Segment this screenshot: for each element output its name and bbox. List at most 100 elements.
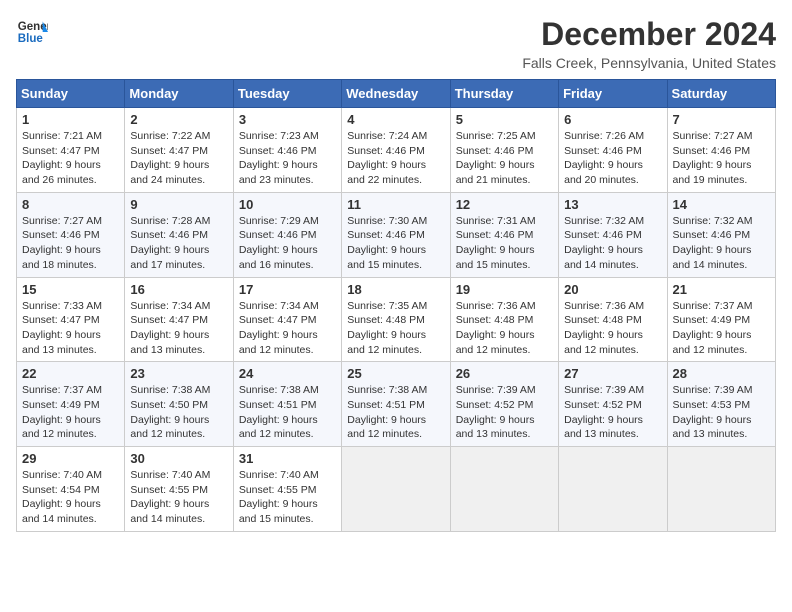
calendar-cell: 23 Sunrise: 7:38 AMSunset: 4:50 PMDaylig…: [125, 362, 233, 447]
day-info: Sunrise: 7:38 AMSunset: 4:51 PMDaylight:…: [239, 383, 336, 442]
day-info: Sunrise: 7:34 AMSunset: 4:47 PMDaylight:…: [130, 299, 227, 358]
day-number: 7: [673, 112, 770, 127]
day-number: 28: [673, 366, 770, 381]
day-number: 31: [239, 451, 336, 466]
calendar-cell: 10 Sunrise: 7:29 AMSunset: 4:46 PMDaylig…: [233, 192, 341, 277]
weekday-header-sunday: Sunday: [17, 80, 125, 108]
calendar-cell: 1 Sunrise: 7:21 AMSunset: 4:47 PMDayligh…: [17, 108, 125, 193]
calendar-table: SundayMondayTuesdayWednesdayThursdayFrid…: [16, 79, 776, 532]
svg-text:Blue: Blue: [18, 33, 44, 45]
calendar-cell: 18 Sunrise: 7:35 AMSunset: 4:48 PMDaylig…: [342, 277, 450, 362]
day-number: 20: [564, 282, 661, 297]
calendar-cell: 26 Sunrise: 7:39 AMSunset: 4:52 PMDaylig…: [450, 362, 558, 447]
day-number: 5: [456, 112, 553, 127]
day-info: Sunrise: 7:34 AMSunset: 4:47 PMDaylight:…: [239, 299, 336, 358]
day-number: 15: [22, 282, 119, 297]
month-title: December 2024: [522, 16, 776, 53]
day-info: Sunrise: 7:39 AMSunset: 4:53 PMDaylight:…: [673, 383, 770, 442]
day-info: Sunrise: 7:26 AMSunset: 4:46 PMDaylight:…: [564, 129, 661, 188]
day-number: 24: [239, 366, 336, 381]
day-info: Sunrise: 7:40 AMSunset: 4:55 PMDaylight:…: [239, 468, 336, 527]
day-info: Sunrise: 7:32 AMSunset: 4:46 PMDaylight:…: [564, 214, 661, 273]
weekday-header-tuesday: Tuesday: [233, 80, 341, 108]
day-info: Sunrise: 7:39 AMSunset: 4:52 PMDaylight:…: [456, 383, 553, 442]
day-info: Sunrise: 7:29 AMSunset: 4:46 PMDaylight:…: [239, 214, 336, 273]
calendar-cell: 22 Sunrise: 7:37 AMSunset: 4:49 PMDaylig…: [17, 362, 125, 447]
calendar-cell: 27 Sunrise: 7:39 AMSunset: 4:52 PMDaylig…: [559, 362, 667, 447]
day-number: 13: [564, 197, 661, 212]
calendar-cell: 30 Sunrise: 7:40 AMSunset: 4:55 PMDaylig…: [125, 447, 233, 532]
page-header: General Blue December 2024 Falls Creek, …: [16, 16, 776, 71]
day-info: Sunrise: 7:32 AMSunset: 4:46 PMDaylight:…: [673, 214, 770, 273]
day-number: 21: [673, 282, 770, 297]
calendar-cell: 19 Sunrise: 7:36 AMSunset: 4:48 PMDaylig…: [450, 277, 558, 362]
day-number: 6: [564, 112, 661, 127]
day-number: 30: [130, 451, 227, 466]
calendar-cell: 28 Sunrise: 7:39 AMSunset: 4:53 PMDaylig…: [667, 362, 775, 447]
day-number: 11: [347, 197, 444, 212]
day-number: 14: [673, 197, 770, 212]
day-info: Sunrise: 7:22 AMSunset: 4:47 PMDaylight:…: [130, 129, 227, 188]
day-info: Sunrise: 7:28 AMSunset: 4:46 PMDaylight:…: [130, 214, 227, 273]
calendar-cell: 24 Sunrise: 7:38 AMSunset: 4:51 PMDaylig…: [233, 362, 341, 447]
day-info: Sunrise: 7:27 AMSunset: 4:46 PMDaylight:…: [673, 129, 770, 188]
day-number: 29: [22, 451, 119, 466]
day-info: Sunrise: 7:27 AMSunset: 4:46 PMDaylight:…: [22, 214, 119, 273]
calendar-cell: 11 Sunrise: 7:30 AMSunset: 4:46 PMDaylig…: [342, 192, 450, 277]
day-number: 19: [456, 282, 553, 297]
weekday-header-wednesday: Wednesday: [342, 80, 450, 108]
day-info: Sunrise: 7:37 AMSunset: 4:49 PMDaylight:…: [22, 383, 119, 442]
calendar-cell: 29 Sunrise: 7:40 AMSunset: 4:54 PMDaylig…: [17, 447, 125, 532]
day-info: Sunrise: 7:40 AMSunset: 4:54 PMDaylight:…: [22, 468, 119, 527]
day-number: 2: [130, 112, 227, 127]
day-number: 18: [347, 282, 444, 297]
day-number: 22: [22, 366, 119, 381]
calendar-cell: [450, 447, 558, 532]
day-number: 17: [239, 282, 336, 297]
day-info: Sunrise: 7:30 AMSunset: 4:46 PMDaylight:…: [347, 214, 444, 273]
location: Falls Creek, Pennsylvania, United States: [522, 55, 776, 71]
calendar-cell: 5 Sunrise: 7:25 AMSunset: 4:46 PMDayligh…: [450, 108, 558, 193]
calendar-cell: 25 Sunrise: 7:38 AMSunset: 4:51 PMDaylig…: [342, 362, 450, 447]
day-info: Sunrise: 7:40 AMSunset: 4:55 PMDaylight:…: [130, 468, 227, 527]
logo-icon: General Blue: [16, 16, 48, 48]
calendar-cell: 7 Sunrise: 7:27 AMSunset: 4:46 PMDayligh…: [667, 108, 775, 193]
day-number: 23: [130, 366, 227, 381]
day-info: Sunrise: 7:24 AMSunset: 4:46 PMDaylight:…: [347, 129, 444, 188]
day-number: 4: [347, 112, 444, 127]
day-info: Sunrise: 7:36 AMSunset: 4:48 PMDaylight:…: [564, 299, 661, 358]
calendar-cell: [667, 447, 775, 532]
calendar-cell: 31 Sunrise: 7:40 AMSunset: 4:55 PMDaylig…: [233, 447, 341, 532]
calendar-cell: 17 Sunrise: 7:34 AMSunset: 4:47 PMDaylig…: [233, 277, 341, 362]
calendar-cell: 3 Sunrise: 7:23 AMSunset: 4:46 PMDayligh…: [233, 108, 341, 193]
day-number: 26: [456, 366, 553, 381]
logo: General Blue: [16, 16, 48, 48]
calendar-cell: [342, 447, 450, 532]
day-info: Sunrise: 7:23 AMSunset: 4:46 PMDaylight:…: [239, 129, 336, 188]
day-info: Sunrise: 7:33 AMSunset: 4:47 PMDaylight:…: [22, 299, 119, 358]
calendar-cell: 15 Sunrise: 7:33 AMSunset: 4:47 PMDaylig…: [17, 277, 125, 362]
day-info: Sunrise: 7:35 AMSunset: 4:48 PMDaylight:…: [347, 299, 444, 358]
calendar-cell: 20 Sunrise: 7:36 AMSunset: 4:48 PMDaylig…: [559, 277, 667, 362]
day-number: 9: [130, 197, 227, 212]
calendar-cell: 6 Sunrise: 7:26 AMSunset: 4:46 PMDayligh…: [559, 108, 667, 193]
calendar-cell: 12 Sunrise: 7:31 AMSunset: 4:46 PMDaylig…: [450, 192, 558, 277]
day-number: 8: [22, 197, 119, 212]
calendar-cell: 21 Sunrise: 7:37 AMSunset: 4:49 PMDaylig…: [667, 277, 775, 362]
calendar-cell: 4 Sunrise: 7:24 AMSunset: 4:46 PMDayligh…: [342, 108, 450, 193]
day-number: 16: [130, 282, 227, 297]
day-info: Sunrise: 7:39 AMSunset: 4:52 PMDaylight:…: [564, 383, 661, 442]
calendar-cell: 2 Sunrise: 7:22 AMSunset: 4:47 PMDayligh…: [125, 108, 233, 193]
calendar-cell: 16 Sunrise: 7:34 AMSunset: 4:47 PMDaylig…: [125, 277, 233, 362]
day-info: Sunrise: 7:38 AMSunset: 4:51 PMDaylight:…: [347, 383, 444, 442]
day-info: Sunrise: 7:21 AMSunset: 4:47 PMDaylight:…: [22, 129, 119, 188]
day-number: 3: [239, 112, 336, 127]
day-number: 25: [347, 366, 444, 381]
day-info: Sunrise: 7:36 AMSunset: 4:48 PMDaylight:…: [456, 299, 553, 358]
weekday-header-saturday: Saturday: [667, 80, 775, 108]
weekday-header-friday: Friday: [559, 80, 667, 108]
day-number: 10: [239, 197, 336, 212]
weekday-header-monday: Monday: [125, 80, 233, 108]
weekday-header-thursday: Thursday: [450, 80, 558, 108]
day-info: Sunrise: 7:38 AMSunset: 4:50 PMDaylight:…: [130, 383, 227, 442]
